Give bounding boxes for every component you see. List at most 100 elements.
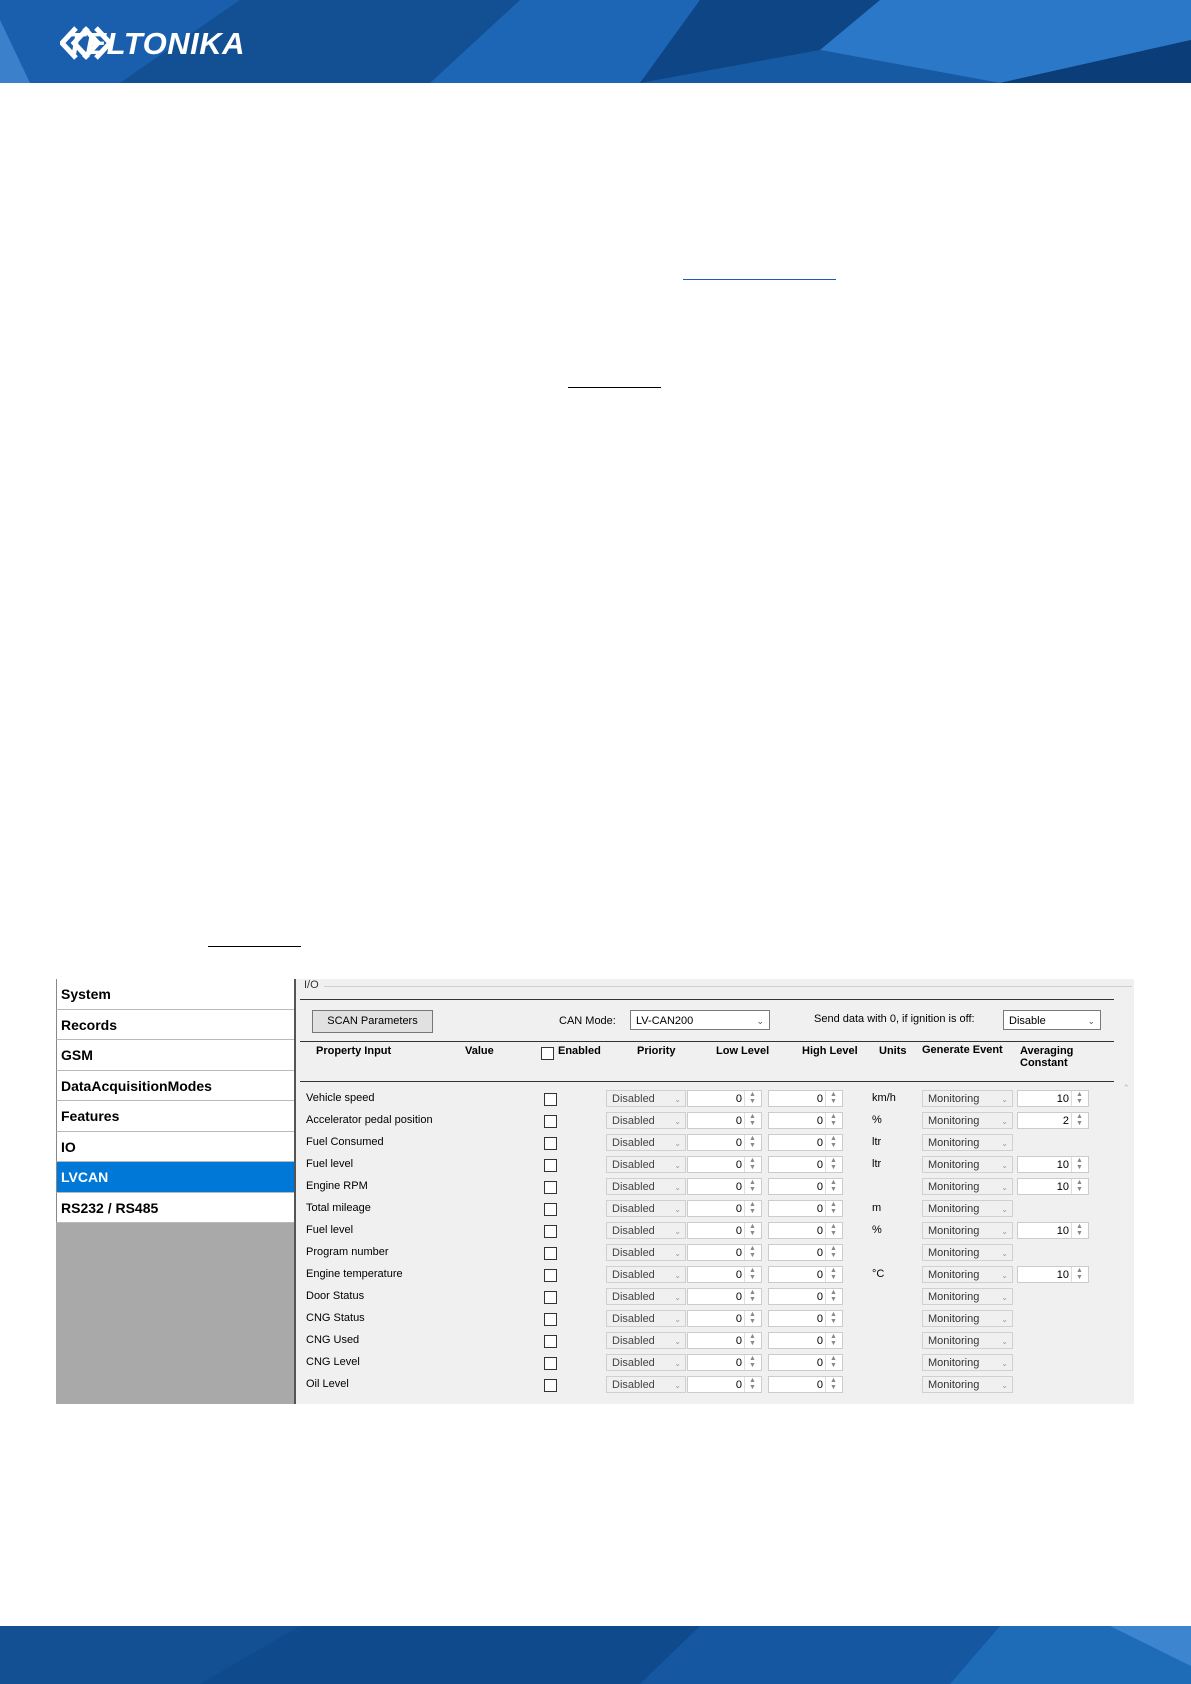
priority-select[interactable]: Disabled ⌄ bbox=[606, 1354, 686, 1371]
sidebar-item-system[interactable]: System bbox=[56, 979, 294, 1010]
priority-select[interactable]: Disabled ⌄ bbox=[606, 1332, 686, 1349]
generate-event-select[interactable]: Monitoring ⌄ bbox=[922, 1090, 1013, 1107]
generate-event-select[interactable]: Monitoring ⌄ bbox=[922, 1332, 1013, 1349]
sidebar-item-features[interactable]: Features bbox=[56, 1101, 294, 1132]
spinner-arrows-icon[interactable]: ▲ ▼ bbox=[825, 1157, 841, 1172]
low-level-spinner[interactable]: 0 ▲ ▼ bbox=[687, 1134, 762, 1151]
send-data-select[interactable]: Disable ⌄ bbox=[1003, 1010, 1101, 1030]
scan-parameters-button[interactable]: SCAN Parameters bbox=[312, 1010, 433, 1033]
spinner-arrows-icon[interactable]: ▲ ▼ bbox=[744, 1113, 760, 1128]
generate-event-select[interactable]: Monitoring ⌄ bbox=[922, 1112, 1013, 1129]
spinner-arrows-icon[interactable]: ▲ ▼ bbox=[825, 1267, 841, 1282]
priority-select[interactable]: Disabled ⌄ bbox=[606, 1288, 686, 1305]
spinner-arrows-icon[interactable]: ▲ ▼ bbox=[744, 1179, 760, 1194]
low-level-spinner[interactable]: 0 ▲ ▼ bbox=[687, 1222, 762, 1239]
spinner-arrows-icon[interactable]: ▲ ▼ bbox=[825, 1113, 841, 1128]
priority-select[interactable]: Disabled ⌄ bbox=[606, 1376, 686, 1393]
low-level-spinner[interactable]: 0 ▲ ▼ bbox=[687, 1156, 762, 1173]
enabled-checkbox[interactable] bbox=[544, 1093, 557, 1106]
priority-select[interactable]: Disabled ⌄ bbox=[606, 1244, 686, 1261]
enable-all-checkbox[interactable] bbox=[541, 1047, 554, 1060]
spinner-arrows-icon[interactable]: ▲ ▼ bbox=[825, 1355, 841, 1370]
high-level-spinner[interactable]: 0 ▲ ▼ bbox=[768, 1376, 843, 1393]
high-level-spinner[interactable]: 0 ▲ ▼ bbox=[768, 1134, 843, 1151]
low-level-spinner[interactable]: 0 ▲ ▼ bbox=[687, 1332, 762, 1349]
spinner-arrows-icon[interactable]: ▲ ▼ bbox=[744, 1355, 760, 1370]
low-level-spinner[interactable]: 0 ▲ ▼ bbox=[687, 1200, 762, 1217]
sidebar-item-gsm[interactable]: GSM bbox=[56, 1040, 294, 1071]
generate-event-select[interactable]: Monitoring ⌄ bbox=[922, 1310, 1013, 1327]
priority-select[interactable]: Disabled ⌄ bbox=[606, 1178, 686, 1195]
generate-event-select[interactable]: Monitoring ⌄ bbox=[922, 1266, 1013, 1283]
high-level-spinner[interactable]: 0 ▲ ▼ bbox=[768, 1288, 843, 1305]
spinner-arrows-icon[interactable]: ▲ ▼ bbox=[1071, 1267, 1087, 1282]
low-level-spinner[interactable]: 0 ▲ ▼ bbox=[687, 1266, 762, 1283]
enabled-checkbox[interactable] bbox=[544, 1159, 557, 1172]
high-level-spinner[interactable]: 0 ▲ ▼ bbox=[768, 1244, 843, 1261]
spinner-arrows-icon[interactable]: ▲ ▼ bbox=[825, 1289, 841, 1304]
low-level-spinner[interactable]: 0 ▲ ▼ bbox=[687, 1090, 762, 1107]
priority-select[interactable]: Disabled ⌄ bbox=[606, 1134, 686, 1151]
spinner-arrows-icon[interactable]: ▲ ▼ bbox=[744, 1135, 760, 1150]
generate-event-select[interactable]: Monitoring ⌄ bbox=[922, 1244, 1013, 1261]
spinner-arrows-icon[interactable]: ▲ ▼ bbox=[825, 1333, 841, 1348]
high-level-spinner[interactable]: 0 ▲ ▼ bbox=[768, 1156, 843, 1173]
enabled-checkbox[interactable] bbox=[544, 1269, 557, 1282]
spinner-arrows-icon[interactable]: ▲ ▼ bbox=[744, 1091, 760, 1106]
averaging-constant-spinner[interactable]: 10 ▲ ▼ bbox=[1017, 1222, 1089, 1239]
enabled-checkbox[interactable] bbox=[544, 1335, 557, 1348]
spinner-arrows-icon[interactable]: ▲ ▼ bbox=[1071, 1179, 1087, 1194]
low-level-spinner[interactable]: 0 ▲ ▼ bbox=[687, 1244, 762, 1261]
spinner-arrows-icon[interactable]: ▲ ▼ bbox=[744, 1311, 760, 1326]
priority-select[interactable]: Disabled ⌄ bbox=[606, 1266, 686, 1283]
averaging-constant-spinner[interactable]: 2 ▲ ▼ bbox=[1017, 1112, 1089, 1129]
enabled-checkbox[interactable] bbox=[544, 1379, 557, 1392]
spinner-arrows-icon[interactable]: ▲ ▼ bbox=[825, 1179, 841, 1194]
link-underline[interactable] bbox=[683, 279, 836, 280]
high-level-spinner[interactable]: 0 ▲ ▼ bbox=[768, 1310, 843, 1327]
high-level-spinner[interactable]: 0 ▲ ▼ bbox=[768, 1354, 843, 1371]
generate-event-select[interactable]: Monitoring ⌄ bbox=[922, 1222, 1013, 1239]
spinner-arrows-icon[interactable]: ▲ ▼ bbox=[825, 1223, 841, 1238]
high-level-spinner[interactable]: 0 ▲ ▼ bbox=[768, 1090, 843, 1107]
spinner-arrows-icon[interactable]: ▲ ▼ bbox=[744, 1201, 760, 1216]
generate-event-select[interactable]: Monitoring ⌄ bbox=[922, 1178, 1013, 1195]
averaging-constant-spinner[interactable]: 10 ▲ ▼ bbox=[1017, 1178, 1089, 1195]
spinner-arrows-icon[interactable]: ▲ ▼ bbox=[1071, 1157, 1087, 1172]
spinner-arrows-icon[interactable]: ▲ ▼ bbox=[744, 1223, 760, 1238]
enabled-checkbox[interactable] bbox=[544, 1181, 557, 1194]
low-level-spinner[interactable]: 0 ▲ ▼ bbox=[687, 1354, 762, 1371]
spinner-arrows-icon[interactable]: ▲ ▼ bbox=[744, 1289, 760, 1304]
priority-select[interactable]: Disabled ⌄ bbox=[606, 1156, 686, 1173]
high-level-spinner[interactable]: 0 ▲ ▼ bbox=[768, 1222, 843, 1239]
generate-event-select[interactable]: Monitoring ⌄ bbox=[922, 1134, 1013, 1151]
sidebar-item-data-acquisition-modes[interactable]: DataAcquisitionModes bbox=[56, 1070, 294, 1101]
spinner-arrows-icon[interactable]: ▲ ▼ bbox=[744, 1267, 760, 1282]
generate-event-select[interactable]: Monitoring ⌄ bbox=[922, 1200, 1013, 1217]
high-level-spinner[interactable]: 0 ▲ ▼ bbox=[768, 1112, 843, 1129]
averaging-constant-spinner[interactable]: 10 ▲ ▼ bbox=[1017, 1266, 1089, 1283]
spinner-arrows-icon[interactable]: ▲ ▼ bbox=[1071, 1113, 1087, 1128]
spinner-arrows-icon[interactable]: ▲ ▼ bbox=[825, 1311, 841, 1326]
priority-select[interactable]: Disabled ⌄ bbox=[606, 1112, 686, 1129]
priority-select[interactable]: Disabled ⌄ bbox=[606, 1090, 686, 1107]
enabled-checkbox[interactable] bbox=[544, 1357, 557, 1370]
generate-event-select[interactable]: Monitoring ⌄ bbox=[922, 1156, 1013, 1173]
high-level-spinner[interactable]: 0 ▲ ▼ bbox=[768, 1266, 843, 1283]
spinner-arrows-icon[interactable]: ▲ ▼ bbox=[825, 1135, 841, 1150]
high-level-spinner[interactable]: 0 ▲ ▼ bbox=[768, 1200, 843, 1217]
generate-event-select[interactable]: Monitoring ⌄ bbox=[922, 1288, 1013, 1305]
high-level-spinner[interactable]: 0 ▲ ▼ bbox=[768, 1332, 843, 1349]
priority-select[interactable]: Disabled ⌄ bbox=[606, 1200, 686, 1217]
sidebar-item-records[interactable]: Records bbox=[56, 1009, 294, 1040]
spinner-arrows-icon[interactable]: ▲ ▼ bbox=[744, 1245, 760, 1260]
low-level-spinner[interactable]: 0 ▲ ▼ bbox=[687, 1112, 762, 1129]
enabled-checkbox[interactable] bbox=[544, 1225, 557, 1238]
spinner-arrows-icon[interactable]: ▲ ▼ bbox=[744, 1157, 760, 1172]
spinner-arrows-icon[interactable]: ▲ ▼ bbox=[744, 1333, 760, 1348]
enabled-checkbox[interactable] bbox=[544, 1313, 557, 1326]
low-level-spinner[interactable]: 0 ▲ ▼ bbox=[687, 1178, 762, 1195]
enabled-checkbox[interactable] bbox=[544, 1115, 557, 1128]
low-level-spinner[interactable]: 0 ▲ ▼ bbox=[687, 1288, 762, 1305]
sidebar-item-io[interactable]: IO bbox=[56, 1131, 294, 1162]
